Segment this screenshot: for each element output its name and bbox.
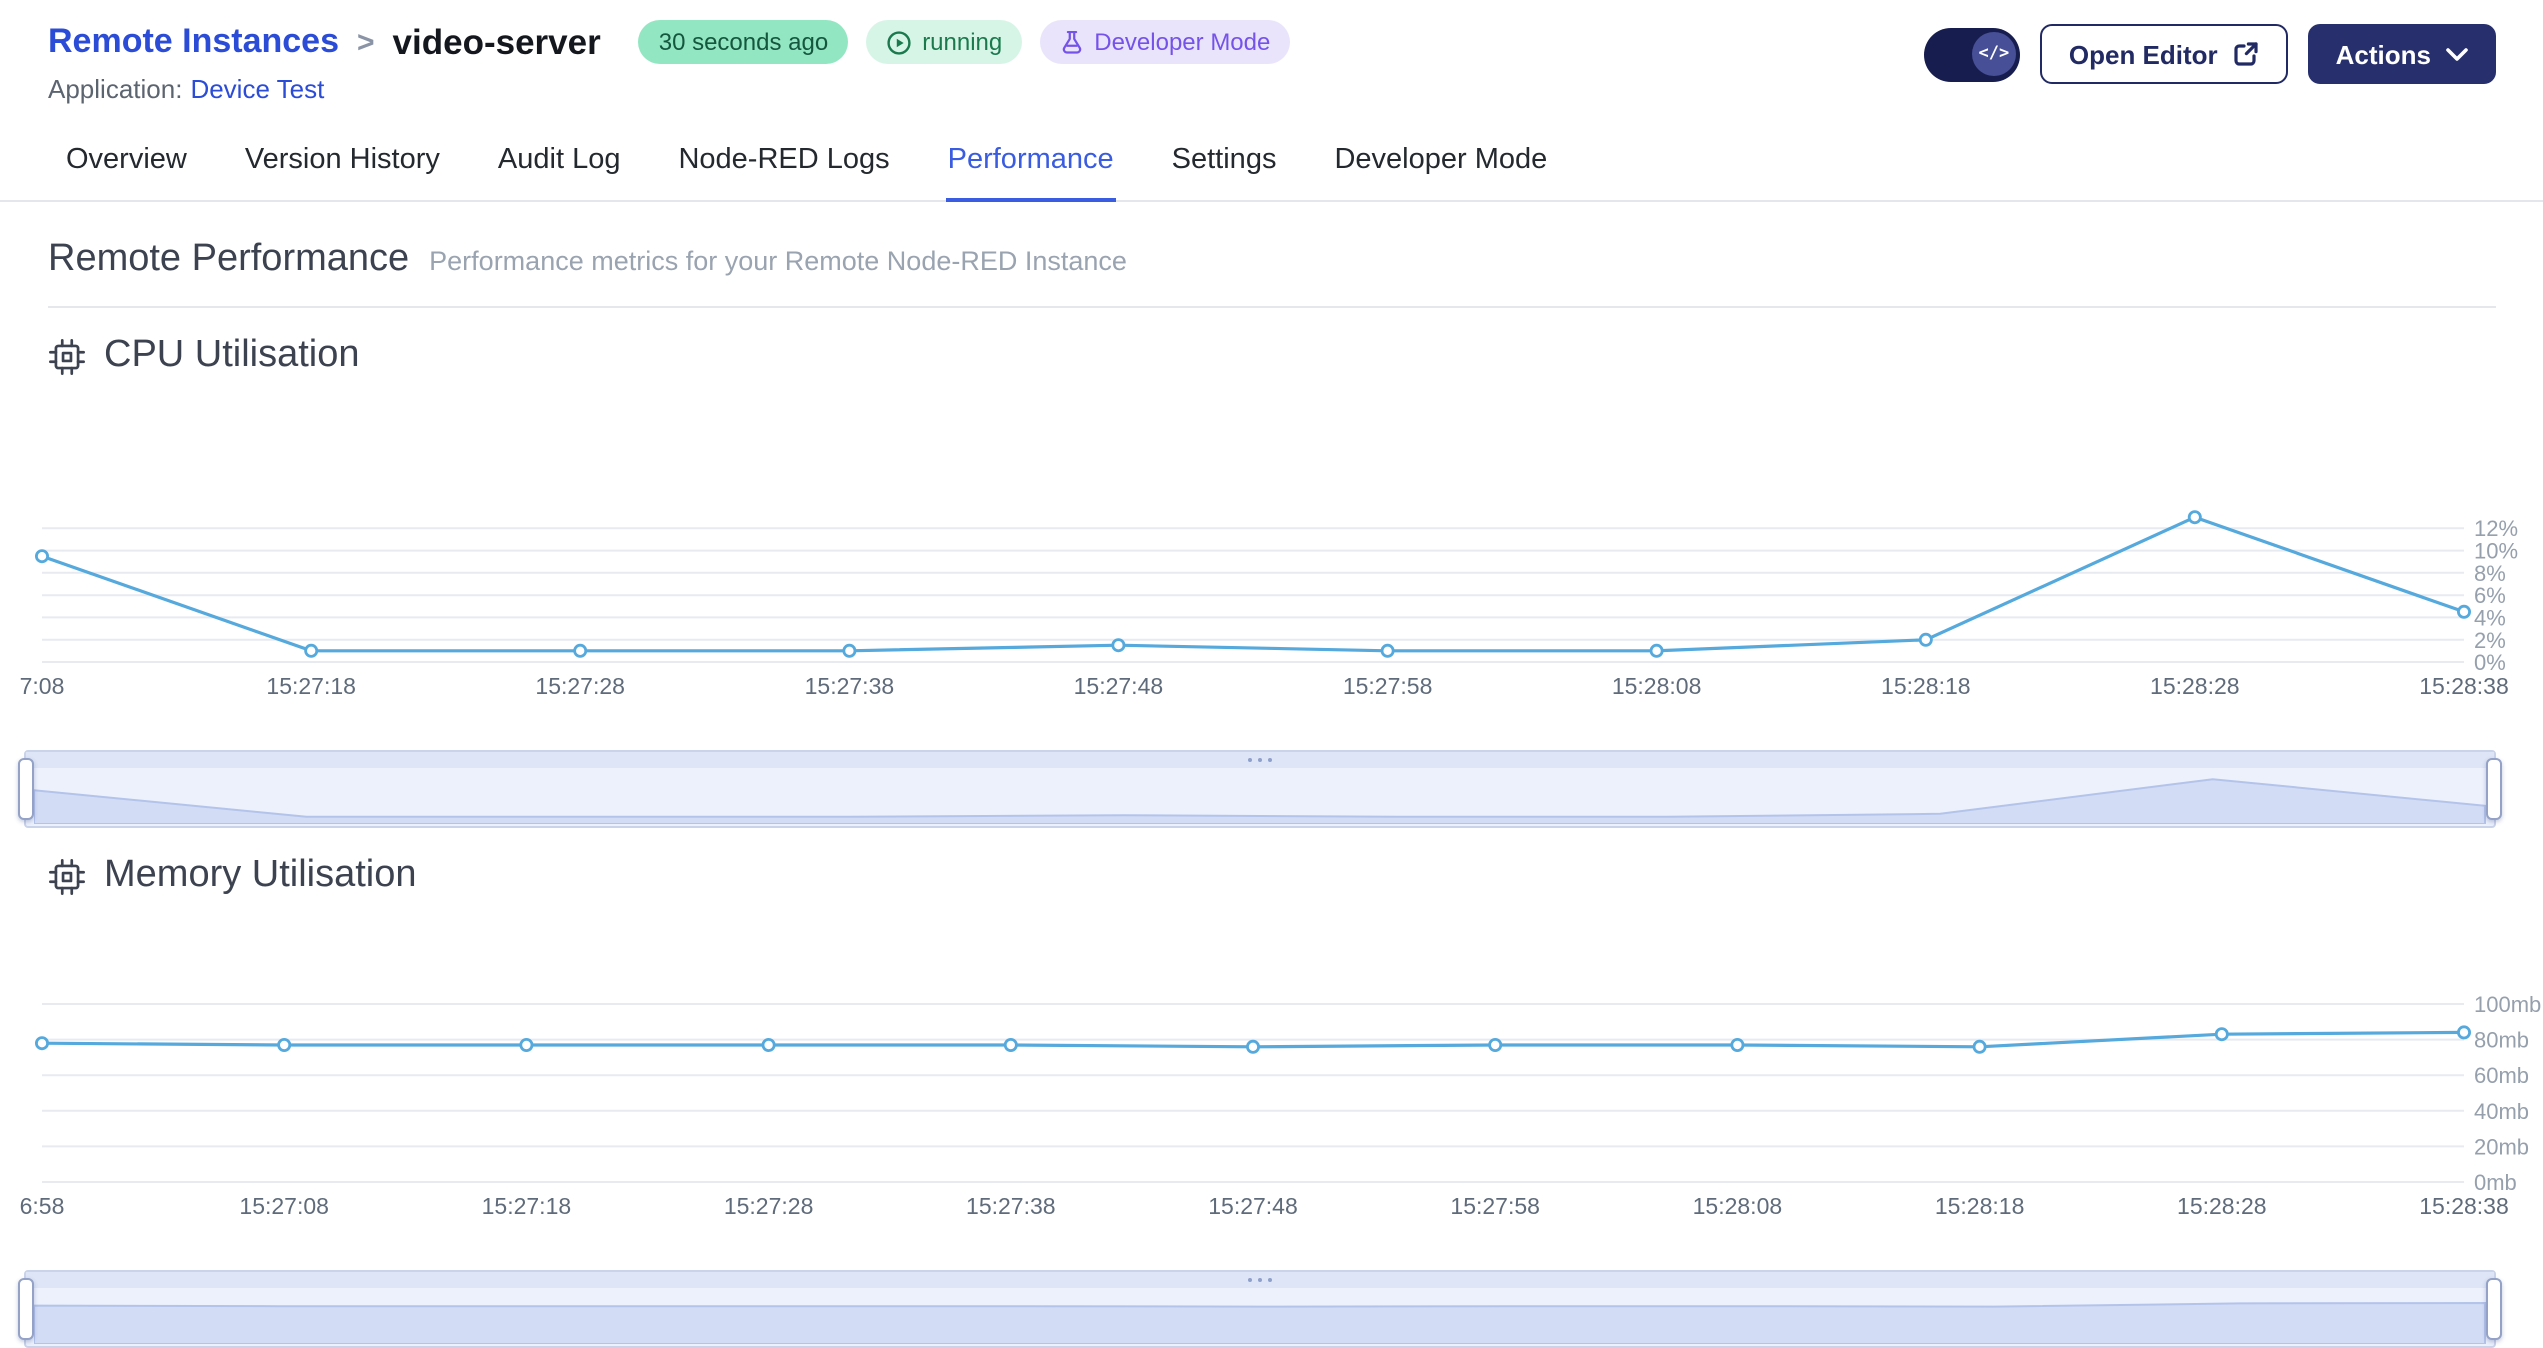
svg-text:60mb: 60mb	[2474, 1063, 2529, 1088]
page-title-row: Remote Performance Performance metrics f…	[48, 238, 2495, 282]
actions-button[interactable]: Actions	[2307, 24, 2495, 84]
application-row: Application: Device Test	[48, 74, 1290, 104]
status-badge: running	[866, 20, 1023, 64]
svg-text:15:28:08: 15:28:08	[1693, 1193, 1783, 1219]
chevron-down-icon	[2445, 47, 2467, 60]
cpu-datazoom-left-handle[interactable]	[18, 758, 34, 820]
cpu-section-header: CPU Utilisation	[48, 334, 2495, 378]
svg-text:15:28:38: 15:28:38	[2419, 673, 2509, 699]
svg-text:15:27:38: 15:27:38	[966, 1193, 1056, 1219]
svg-text:15:27:28: 15:27:28	[535, 673, 625, 699]
svg-text:6%: 6%	[2474, 583, 2506, 608]
memory-utilisation-chart[interactable]: 0mb 20mb 40mb 60mb 80mb 100mb 6:58 15:27:08 15:2…	[20, 898, 2542, 1242]
memory-datazoom-left-handle[interactable]	[18, 1278, 34, 1340]
cpu-datazoom-move-handle[interactable]	[26, 752, 2493, 768]
open-editor-label: Open Editor	[2068, 39, 2218, 69]
breadcrumb-separator-icon: >	[357, 25, 375, 59]
svg-text:2%: 2%	[2474, 628, 2506, 653]
cpu-datazoom-slider[interactable]	[18, 750, 2501, 828]
svg-text:15:27:48: 15:27:48	[1208, 1193, 1298, 1219]
tab-version-history[interactable]: Version History	[243, 136, 442, 202]
play-circle-icon	[887, 30, 911, 54]
svg-text:15:27:28: 15:27:28	[724, 1193, 814, 1219]
svg-text:100mb: 100mb	[2474, 992, 2541, 1017]
cpu-datazoom-data-shadow	[34, 768, 2485, 824]
memory-datazoom-slider[interactable]	[18, 1270, 2501, 1348]
actions-label: Actions	[2335, 39, 2431, 69]
svg-text:6:58: 6:58	[20, 1193, 65, 1219]
tab-bar: Overview Version History Audit Log Node-…	[0, 108, 2543, 202]
cpu-section-title: CPU Utilisation	[104, 334, 360, 376]
memory-datazoom-right-handle[interactable]	[2485, 1278, 2501, 1340]
last-updated-badge: 30 seconds ago	[638, 20, 849, 64]
code-icon: </>	[1971, 32, 2016, 76]
memory-utilisation-section: Memory Utilisation 0mb 20mb 40mb 60mb 80mb 10…	[18, 854, 2541, 1348]
memory-chip-icon	[49, 858, 85, 894]
developer-mode-badge-label: Developer Mode	[1094, 28, 1271, 56]
svg-text:8%: 8%	[2474, 561, 2506, 586]
cpu-chip-icon	[49, 338, 85, 374]
header-actions: </> Open Editor Actions	[1924, 20, 2495, 84]
svg-text:80mb: 80mb	[2474, 1028, 2529, 1053]
cpu-utilisation-section: CPU Utilisation 0% 2% 4% 6% 8% 10% 12% 7:08 15:2…	[18, 334, 2518, 828]
app-root: Remote Instances > video-server 30 secon…	[0, 0, 2543, 1348]
svg-text:10%: 10%	[2474, 539, 2518, 564]
memory-section-title: Memory Utilisation	[104, 854, 417, 896]
tab-audit-log[interactable]: Audit Log	[496, 136, 623, 202]
svg-text:15:28:08: 15:28:08	[1612, 673, 1702, 699]
page-subtitle: Performance metrics for your Remote Node…	[429, 246, 1127, 276]
svg-text:40mb: 40mb	[2474, 1099, 2529, 1124]
page-title: Remote Performance	[48, 238, 410, 280]
svg-text:15:28:18: 15:28:18	[1935, 1193, 2025, 1219]
header-left: Remote Instances > video-server 30 secon…	[48, 20, 1291, 104]
breadcrumb: Remote Instances > video-server	[48, 21, 621, 63]
tab-node-red-logs[interactable]: Node-RED Logs	[676, 136, 891, 202]
tab-developer-mode[interactable]: Developer Mode	[1332, 136, 1549, 202]
instance-header: Remote Instances > video-server 30 secon…	[0, 0, 2543, 104]
tab-performance[interactable]: Performance	[945, 136, 1116, 202]
svg-text:15:28:28: 15:28:28	[2150, 673, 2240, 699]
memory-datazoom-move-handle[interactable]	[26, 1272, 2493, 1288]
tab-overview[interactable]: Overview	[64, 136, 189, 202]
developer-mode-toggle[interactable]: </>	[1924, 27, 2021, 81]
breadcrumb-current-instance: video-server	[392, 21, 601, 61]
svg-text:15:27:38: 15:27:38	[805, 673, 895, 699]
cpu-datazoom-right-handle[interactable]	[2485, 758, 2501, 820]
external-link-icon	[2234, 42, 2258, 66]
open-editor-button[interactable]: Open Editor	[2040, 24, 2288, 84]
flask-icon	[1063, 30, 1082, 54]
svg-text:15:27:18: 15:27:18	[266, 673, 356, 699]
drag-dots-icon	[1247, 758, 1252, 762]
developer-mode-badge: Developer Mode	[1040, 20, 1291, 64]
svg-text:0mb: 0mb	[2474, 1170, 2517, 1195]
svg-text:15:28:18: 15:28:18	[1881, 673, 1971, 699]
memory-section-header: Memory Utilisation	[48, 854, 2495, 898]
title-divider	[48, 306, 2495, 308]
svg-text:15:27:08: 15:27:08	[239, 1193, 329, 1219]
svg-text:15:28:38: 15:28:38	[2419, 1193, 2509, 1219]
breadcrumb-row: Remote Instances > video-server 30 secon…	[48, 20, 1291, 64]
status-badge-label: running	[922, 28, 1003, 56]
svg-text:15:27:58: 15:27:58	[1450, 1193, 1540, 1219]
svg-text:0%: 0%	[2474, 650, 2506, 675]
svg-text:7:08: 7:08	[20, 673, 65, 699]
svg-text:15:27:48: 15:27:48	[1074, 673, 1164, 699]
svg-text:15:28:28: 15:28:28	[2177, 1193, 2267, 1219]
svg-text:12%: 12%	[2474, 516, 2518, 541]
svg-text:15:27:58: 15:27:58	[1343, 673, 1433, 699]
application-link[interactable]: Device Test	[190, 74, 324, 104]
svg-text:20mb: 20mb	[2474, 1134, 2529, 1159]
cpu-utilisation-chart[interactable]: 0%2%4%6%8%10%12% 7:08 15:27:18 15:27:28 15:2…	[20, 378, 2542, 722]
drag-dots-icon	[1247, 1278, 1252, 1282]
main-content: Remote Performance Performance metrics f…	[0, 202, 2543, 1348]
svg-text:15:27:18: 15:27:18	[482, 1193, 572, 1219]
svg-text:4%: 4%	[2474, 605, 2506, 630]
breadcrumb-remote-instances[interactable]: Remote Instances	[48, 22, 339, 62]
application-label: Application:	[48, 74, 183, 104]
memory-datazoom-data-shadow	[34, 1288, 2485, 1344]
tab-settings[interactable]: Settings	[1170, 136, 1279, 202]
